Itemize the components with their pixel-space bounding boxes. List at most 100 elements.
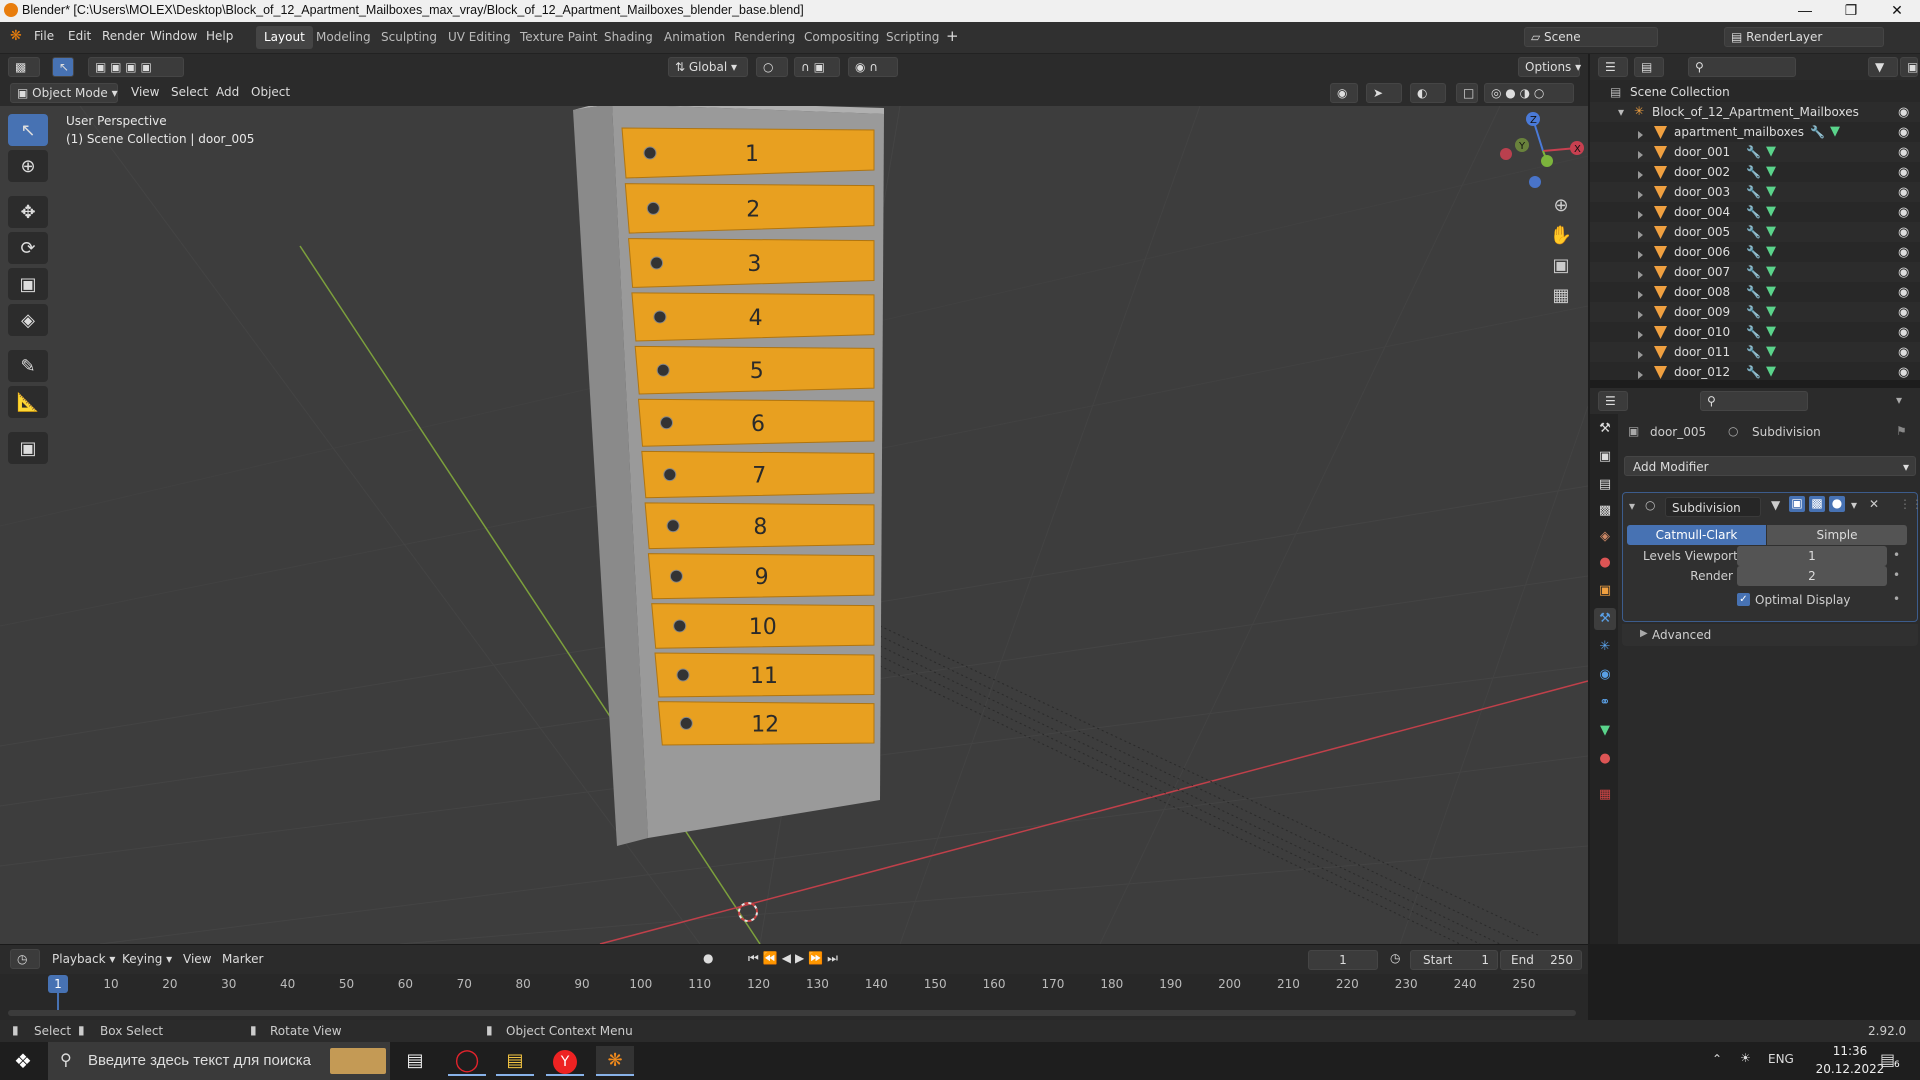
zoom-view-icon[interactable]: ⊕ [1546, 192, 1576, 220]
expand-arrow-icon[interactable] [1638, 268, 1643, 282]
optimal-display-checkbox[interactable]: ✓ [1737, 593, 1750, 606]
output-tab-icon[interactable]: ▤ [1594, 474, 1616, 496]
visibility-eye-icon[interactable]: ◉ [1898, 365, 1909, 380]
modifier-wrench-icon[interactable]: 🔧 [1746, 145, 1761, 159]
advanced-subpanel[interactable]: ▶ Advanced [1622, 624, 1918, 646]
outliner-row-scene-collection[interactable]: ▤ Scene Collection [1590, 82, 1920, 102]
playback-controls-icons[interactable]: ⏮⏪◀▶⏩⏭ [748, 951, 842, 966]
proportional-edit-icon[interactable]: ◉ ∩ [848, 57, 898, 77]
modifier-wrench-icon[interactable]: 🔧 [1810, 125, 1825, 139]
visibility-eye-icon[interactable]: ◉ [1898, 345, 1909, 360]
expand-arrow-icon[interactable] [1638, 328, 1643, 342]
collapse-arrow-icon[interactable]: ▾ [1629, 499, 1635, 513]
visibility-eye-icon[interactable]: ◉ [1898, 125, 1909, 140]
visibility-eye-icon[interactable]: ◉ [1898, 165, 1909, 180]
view-layer-tab-icon[interactable]: ▩ [1594, 500, 1616, 522]
3d-viewport[interactable]: 1 2 3 4 5 6 7 8 9 10 11 12 ↖ ⊕ ✥ ⟳ ▣ ◈ ✎ 📐 ▣ User P… [0, 106, 1588, 944]
visibility-eye-icon[interactable]: ◉ [1898, 105, 1909, 120]
menu-file[interactable]: File [34, 29, 54, 43]
mesh-data-icon[interactable]: ▼ [1766, 364, 1776, 379]
gizmo-toggle-icon[interactable]: ➤ [1366, 83, 1402, 103]
catmull-clark-option[interactable]: Catmull-Clark [1627, 525, 1766, 545]
render-levels-field[interactable]: 2 [1737, 566, 1887, 586]
start-frame-field[interactable]: Start 1 [1410, 950, 1498, 970]
rotate-tool-icon[interactable]: ⟳ [8, 232, 48, 264]
workspace-tab-uv-editing[interactable]: UV Editing [440, 26, 519, 49]
outliner-row-door-005[interactable]: door_005 🔧 ▼ ◉ [1590, 222, 1920, 242]
drag-handle-icon[interactable]: ⋮⋮ [1899, 497, 1920, 511]
outliner-row-door-003[interactable]: door_003 🔧 ▼ ◉ [1590, 182, 1920, 202]
modifier-wrench-icon[interactable]: 🔧 [1746, 245, 1761, 259]
3d-cursor[interactable] [738, 902, 758, 922]
options-dropdown[interactable]: Options ▾ [1518, 57, 1581, 77]
network-icon[interactable]: ☀ [1740, 1051, 1751, 1065]
timeline-menu-view[interactable]: View [183, 952, 211, 966]
pin-icon[interactable]: ⚑ [1896, 424, 1907, 438]
end-frame-field[interactable]: End 250 [1500, 950, 1582, 970]
modifier-wrench-icon[interactable]: 🔧 [1746, 365, 1761, 379]
material-tab-icon[interactable]: ● [1594, 748, 1616, 770]
expand-arrow-icon[interactable] [1638, 148, 1643, 162]
notifications-icon[interactable]: ▤ [1880, 1050, 1895, 1069]
visibility-eye-icon[interactable]: ◉ [1898, 265, 1909, 280]
modifier-wrench-icon[interactable]: 🔧 [1746, 285, 1761, 299]
outliner-row-door-001[interactable]: door_001 🔧 ▼ ◉ [1590, 142, 1920, 162]
workspace-tab-sculpting[interactable]: Sculpting [373, 26, 445, 49]
render-toggle-icon[interactable]: ● [1829, 496, 1845, 512]
gizmo-neg-x-icon[interactable] [1500, 148, 1512, 160]
display-mode-icon[interactable]: ▤ [1634, 57, 1664, 77]
modifier-wrench-icon[interactable]: 🔧 [1746, 265, 1761, 279]
outliner-row-door-009[interactable]: door_009 🔧 ▼ ◉ [1590, 302, 1920, 322]
viewport-toggle-icon[interactable]: ▩ [1809, 496, 1825, 512]
restore-icon[interactable]: ❐ [1828, 0, 1874, 22]
add-workspace-icon[interactable]: + [946, 27, 959, 45]
overlay-toggle-icon[interactable]: ◐ [1410, 83, 1446, 103]
viewport-menu-add[interactable]: Add [216, 85, 239, 99]
snap-icon[interactable]: ∩ ▣ [794, 57, 840, 77]
properties-editor-type-icon[interactable]: ☰ [1598, 391, 1628, 411]
modifier-name-input[interactable]: Subdivision [1665, 497, 1761, 517]
xray-toggle-icon[interactable]: □ [1456, 83, 1478, 103]
mailbox-door-7[interactable]: 7 [641, 450, 875, 499]
optimal-keyframe-dot-icon[interactable]: • [1893, 592, 1900, 606]
opera-browser-icon[interactable]: ◯ [448, 1046, 486, 1076]
navigation-gizmo[interactable]: Z X Y [1498, 106, 1588, 196]
workspace-tab-shading[interactable]: Shading [596, 26, 661, 49]
transform-orientation-dropdown[interactable]: ⇅ Global ▾ [668, 57, 748, 77]
shading-mode-icons[interactable]: ◎ ● ◑ ○ [1484, 83, 1574, 103]
mailbox-door-6[interactable]: 6 [637, 398, 875, 447]
texture-tab-icon[interactable]: ▦ [1594, 784, 1616, 806]
select-tool-icon[interactable]: ↖ [52, 57, 74, 77]
outliner-search-input[interactable]: ⚲ [1688, 57, 1796, 77]
annotate-tool-icon[interactable]: ✎ [8, 350, 48, 382]
visibility-eye-icon[interactable]: ◉ [1898, 325, 1909, 340]
mesh-data-icon[interactable]: ▼ [1766, 324, 1776, 339]
mesh-data-icon[interactable]: ▼ [1830, 124, 1840, 139]
taskbar-search-box[interactable]: ⚲ Введите здесь текст для поиска [48, 1042, 390, 1080]
outliner-row-door-012[interactable]: door_012 🔧 ▼ ◉ [1590, 362, 1920, 382]
mesh-data-icon[interactable]: ▼ [1766, 144, 1776, 159]
mailbox-door-3[interactable]: 3 [628, 238, 875, 288]
constraints-tab-icon[interactable]: ⚭ [1594, 692, 1616, 714]
visibility-eye-icon[interactable]: ◉ [1898, 225, 1909, 240]
scene-tab-icon[interactable]: ◈ [1594, 526, 1616, 548]
render-keyframe-dot-icon[interactable]: • [1893, 568, 1900, 582]
expand-arrow-icon[interactable] [1638, 128, 1643, 142]
mailbox-door-2[interactable]: 2 [624, 183, 875, 234]
outliner-row-door-008[interactable]: door_008 🔧 ▼ ◉ [1590, 282, 1920, 302]
expand-arrow-icon[interactable] [1638, 368, 1643, 382]
render-tab-icon[interactable]: ▣ [1594, 446, 1616, 468]
menu-window[interactable]: Window [150, 29, 197, 43]
cage-toggle-icon[interactable]: ▣ [1789, 496, 1805, 512]
move-tool-icon[interactable]: ✥ [8, 196, 48, 228]
visibility-eye-icon[interactable]: ◉ [1898, 285, 1909, 300]
expand-arrow-icon[interactable] [1638, 168, 1643, 182]
clock-date[interactable]: 20.12.2022 [1812, 1062, 1888, 1076]
menu-render[interactable]: Render [102, 29, 145, 43]
menu-help[interactable]: Help [206, 29, 233, 43]
tray-chevron-icon[interactable]: ⌃ [1712, 1052, 1722, 1066]
blender-taskbar-icon[interactable]: ❋ [596, 1046, 634, 1076]
workspace-tab-texture-paint[interactable]: Texture Paint [512, 26, 605, 49]
edit-mode-toggle-icon[interactable]: ▼ [1771, 498, 1780, 512]
windows-start-icon[interactable]: ❖ [4, 1046, 42, 1076]
